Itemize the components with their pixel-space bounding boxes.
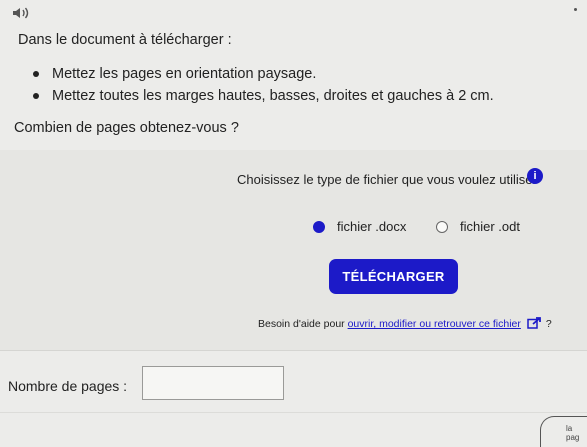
divider: [0, 412, 587, 413]
question-text: Combien de pages obtenez-vous ?: [14, 120, 239, 136]
instruction-item: Mettez toutes les marges hautes, basses,…: [28, 85, 494, 107]
next-page-label: la pag: [566, 424, 580, 442]
instructions-intro: Dans le document à télécharger :: [18, 32, 232, 48]
help-suffix: ?: [542, 318, 552, 330]
help-prefix: Besoin d'aide pour: [258, 318, 348, 330]
radio-selected-icon[interactable]: [313, 220, 325, 233]
instruction-item: Mettez les pages en orientation paysage.: [28, 63, 494, 85]
dot-marker: [574, 8, 577, 11]
pages-label: Nombre de pages :: [8, 378, 128, 394]
help-text: Besoin d'aide pour ouvrir, modifier ou r…: [258, 317, 552, 330]
download-button[interactable]: TÉLÉCHARGER: [329, 259, 458, 294]
radio-docx[interactable]: fichier .docx: [313, 219, 406, 234]
help-link[interactable]: ouvrir, modifier ou retrouver ce fichier: [348, 318, 521, 330]
speaker-icon[interactable]: [12, 6, 32, 20]
radio-unselected-icon[interactable]: [436, 220, 448, 233]
file-type-prompt: Choisissez le type de fichier que vous v…: [237, 172, 537, 187]
external-link-icon[interactable]: [527, 317, 541, 329]
radio-odt[interactable]: fichier .odt: [436, 219, 520, 234]
radio-odt-label: fichier .odt: [460, 219, 520, 234]
instruction-list: Mettez les pages en orientation paysage.…: [28, 63, 494, 107]
pages-input[interactable]: [142, 366, 284, 400]
radio-docx-label: fichier .docx: [337, 219, 407, 234]
info-icon[interactable]: i: [527, 168, 543, 184]
